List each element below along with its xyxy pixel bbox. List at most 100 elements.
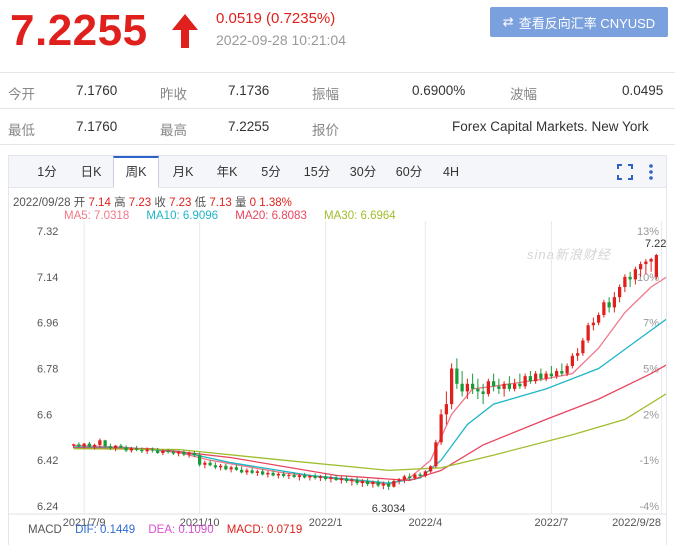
up-arrow-icon	[172, 14, 198, 48]
candle-body	[350, 479, 354, 482]
candle-body	[281, 473, 286, 476]
candle-body	[449, 368, 454, 405]
candle-body	[140, 449, 144, 452]
candle-body	[638, 264, 643, 270]
candle-body	[192, 453, 197, 456]
candle-body	[77, 444, 81, 447]
stat-value-low: 7.1760	[76, 119, 118, 134]
stat-label-range: 波幅	[510, 87, 537, 102]
macd-value: MACD: 0.0719	[226, 524, 303, 536]
current-price: 7.2255	[10, 6, 148, 55]
percent-tick-label: 2%	[643, 409, 659, 421]
candle-body	[423, 471, 428, 476]
candle-body	[271, 472, 275, 476]
candle-body	[302, 475, 307, 478]
y-tick-label: 6.24	[37, 501, 58, 513]
candle-body	[644, 261, 648, 265]
candle-body	[166, 451, 170, 453]
candle-body	[360, 481, 365, 484]
chart-panel: 1分 日K 周K 月K 年K 5分 15分 30分 60分 4H 2022/09…	[8, 155, 667, 545]
candle-body	[71, 444, 76, 446]
candle-body	[392, 481, 396, 487]
candle-body	[245, 470, 249, 473]
x-tick-label: 2022/4	[409, 517, 443, 529]
y-tick-label: 6.78	[37, 364, 58, 376]
candle-body	[612, 297, 617, 308]
candle-body	[628, 276, 632, 280]
candle-body	[654, 255, 659, 277]
candle-body	[502, 383, 506, 389]
stats-row: 最低 7.1760 最高 7.2255 报价 Forex Capital Mar…	[0, 109, 675, 145]
candle-body	[381, 483, 386, 486]
min-price-label: 6.3034	[372, 503, 406, 515]
candle-body	[523, 376, 527, 387]
candle-body	[507, 383, 512, 389]
candle-body	[308, 475, 312, 478]
candle-body	[323, 476, 328, 480]
candle-body	[82, 443, 86, 447]
candle-body	[476, 388, 480, 392]
candle-body	[182, 452, 186, 455]
y-tick-label: 7.32	[37, 226, 58, 238]
candle-body	[491, 381, 496, 387]
ma-series-line	[73, 364, 666, 482]
stat-value-amplitude: 0.6900%	[412, 83, 466, 98]
candle-body	[334, 477, 338, 481]
macd-title: MACD	[28, 524, 62, 536]
candle-body	[465, 383, 470, 392]
candle-body	[250, 470, 254, 473]
candle-body	[602, 302, 606, 316]
candle-body	[155, 450, 160, 454]
candle-body	[633, 269, 638, 280]
candle-body	[549, 373, 554, 377]
macd-legend: MACD DIF: 0.1449 DEA: 0.1090 MACD: 0.071…	[28, 524, 312, 536]
candle-body	[224, 465, 228, 470]
candle-body	[512, 383, 517, 389]
candle-body	[497, 386, 501, 389]
candle-body	[92, 444, 97, 447]
candle-body	[402, 476, 407, 480]
stat-value-prev-close: 7.1736	[228, 83, 270, 98]
candle-body	[203, 462, 207, 465]
candle-body	[213, 465, 218, 468]
candlestick-chart[interactable]: 7.327.146.966.786.66.426.2413%10%7%5%2%-…	[9, 156, 666, 545]
percent-tick-label: -1%	[639, 455, 659, 467]
candle-body	[318, 476, 323, 478]
stat-label-prev-close: 昨收	[160, 87, 187, 102]
candle-body	[544, 373, 548, 379]
candle-body	[397, 479, 401, 482]
candle-body	[581, 340, 585, 354]
price-change: 0.0519 (0.7235%)	[216, 10, 336, 27]
x-tick-label: 2022/1	[309, 517, 343, 529]
candle-body	[591, 322, 596, 326]
quote-timestamp: 2022-09-28 10:21:04	[216, 32, 346, 48]
candle-body	[560, 371, 564, 374]
stat-label-high: 最高	[160, 123, 187, 138]
candle-body	[470, 383, 475, 389]
candle-body	[339, 478, 344, 481]
candle-body	[418, 474, 422, 476]
candle-body	[287, 474, 291, 476]
candle-body	[208, 462, 212, 466]
candle-body	[386, 483, 391, 487]
stat-value-high: 7.2255	[228, 119, 270, 134]
candle-body	[113, 445, 118, 448]
candle-body	[229, 467, 233, 470]
candle-body	[150, 449, 155, 451]
candle-body	[596, 315, 601, 323]
candle-body	[554, 371, 559, 377]
stat-value-open: 7.1760	[76, 83, 118, 98]
x-tick-label: 2022/7	[535, 517, 569, 529]
y-tick-label: 6.42	[37, 455, 58, 467]
candle-body	[239, 469, 244, 473]
x-tick-label: 2022/9/28	[612, 517, 661, 529]
candle-body	[607, 302, 611, 308]
reverse-rate-button[interactable]: ⇄ 查看反向汇率 CNYUSD	[490, 7, 668, 37]
stat-label-low: 最低	[8, 123, 35, 138]
candle-body	[486, 381, 491, 394]
candle-body	[124, 447, 128, 451]
y-tick-label: 7.14	[37, 272, 58, 284]
candle-body	[570, 355, 575, 366]
y-tick-label: 6.6	[37, 409, 52, 421]
candle-body	[528, 376, 533, 382]
